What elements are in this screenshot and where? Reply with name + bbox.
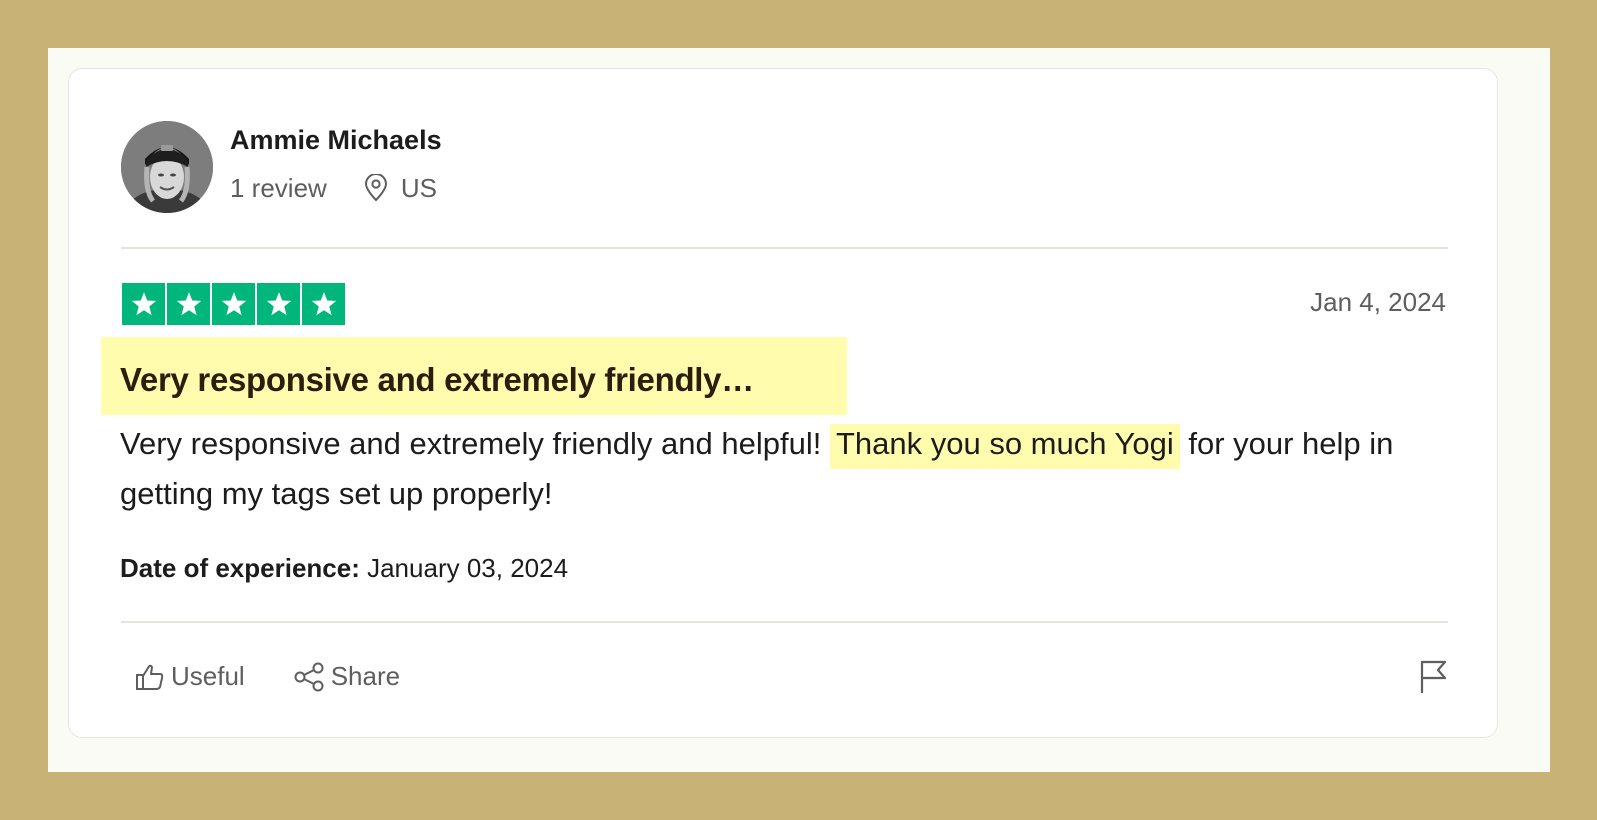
- star-icon: [122, 283, 165, 325]
- star-rating: [122, 283, 345, 325]
- experience-label: Date of experience:: [120, 553, 360, 583]
- review-body-text: Very responsive and extremely friendly a…: [120, 426, 830, 461]
- star-icon: [212, 283, 255, 325]
- date-of-experience: Date of experience: January 03, 2024: [120, 553, 568, 584]
- share-icon: [293, 662, 325, 692]
- star-icon: [302, 283, 345, 325]
- reviewer-avatar[interactable]: [121, 121, 213, 213]
- review-card: Ammie Michaels 1 review US Jan 4, 2024 V…: [68, 68, 1498, 738]
- share-button[interactable]: Share: [293, 661, 400, 692]
- star-icon: [167, 283, 210, 325]
- review-actions: Useful Share: [135, 661, 400, 692]
- review-body-highlight: Thank you so much Yogi: [829, 424, 1180, 469]
- flag-icon: [1419, 660, 1449, 699]
- star-icon: [257, 283, 300, 325]
- reviewer-meta: 1 review US: [230, 172, 437, 204]
- review-title[interactable]: Very responsive and extremely friendly…: [120, 361, 754, 399]
- review-count: 1 review: [230, 172, 327, 203]
- thumbs-up-icon: [135, 662, 165, 692]
- review-body: Very responsive and extremely friendly a…: [120, 419, 1450, 519]
- map-pin-icon: [363, 174, 389, 202]
- reviewer-country: US: [400, 172, 437, 203]
- experience-date: January 03, 2024: [359, 553, 569, 583]
- footer-divider: [121, 621, 1448, 623]
- header-divider: [121, 247, 1448, 249]
- useful-label: Useful: [171, 661, 245, 691]
- review-date: Jan 4, 2024: [1310, 287, 1446, 317]
- screenshot-frame: Ammie Michaels 1 review US Jan 4, 2024 V…: [48, 48, 1550, 772]
- share-label: Share: [330, 661, 401, 691]
- reviewer-name[interactable]: Ammie Michaels: [230, 125, 442, 156]
- report-button[interactable]: [1419, 659, 1449, 700]
- useful-button[interactable]: Useful: [135, 661, 245, 692]
